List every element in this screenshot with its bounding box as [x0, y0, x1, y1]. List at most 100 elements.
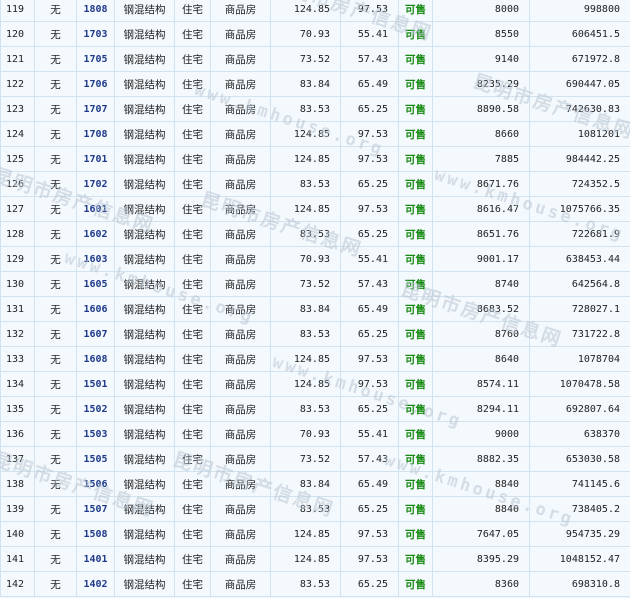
cell-room: 1707 — [76, 96, 115, 122]
cell-room: 1501 — [76, 371, 115, 397]
cell-status: 可售 — [398, 421, 433, 447]
cell-usage: 住宅 — [174, 371, 211, 397]
cell-build_area: 70.93 — [270, 421, 341, 447]
cell-inner_area: 57.43 — [340, 46, 399, 72]
table-row: 122 无 1706 钢混结构 住宅 商品房 83.84 65.49 可售 8235.29 6904… — [0, 71, 630, 97]
table-body: 119 无 1808 钢混结构 住宅 商品房 124.85 97.53 可售 8000 998800… — [0, 0, 630, 597]
cell-structure: 钢混结构 — [114, 471, 175, 497]
cell-total: 742630.83 — [529, 96, 630, 122]
cell-price: 8616.47 — [432, 196, 530, 222]
cell-mortgage: 无 — [34, 296, 77, 322]
cell-status: 可售 — [398, 21, 433, 47]
cell-price: 8882.35 — [432, 446, 530, 472]
cell-mortgage: 无 — [34, 46, 77, 72]
cell-usage: 住宅 — [174, 71, 211, 97]
cell-type: 商品房 — [210, 46, 271, 72]
cell-mortgage: 无 — [34, 146, 77, 172]
table-row: 129 无 1603 钢混结构 住宅 商品房 70.93 55.41 可售 9001.17 6384… — [0, 246, 630, 272]
table-row: 134 无 1501 钢混结构 住宅 商品房 124.85 97.53 可售 8574.11 107… — [0, 371, 630, 397]
cell-mortgage: 无 — [34, 271, 77, 297]
cell-status: 可售 — [398, 0, 433, 22]
cell-type: 商品房 — [210, 421, 271, 447]
cell-mortgage: 无 — [34, 446, 77, 472]
table-row: 141 无 1401 钢混结构 住宅 商品房 124.85 97.53 可售 8395.29 104… — [0, 546, 630, 572]
cell-usage: 住宅 — [174, 146, 211, 172]
cell-usage: 住宅 — [174, 396, 211, 422]
cell-build_area: 124.85 — [270, 371, 341, 397]
cell-seq: 141 — [0, 546, 35, 572]
cell-type: 商品房 — [210, 171, 271, 197]
cell-build_area: 83.53 — [270, 571, 341, 597]
cell-room: 1401 — [76, 546, 115, 572]
cell-type: 商品房 — [210, 221, 271, 247]
cell-usage: 住宅 — [174, 171, 211, 197]
cell-status: 可售 — [398, 446, 433, 472]
cell-inner_area: 97.53 — [340, 121, 399, 147]
cell-price: 8395.29 — [432, 546, 530, 572]
cell-status: 可售 — [398, 221, 433, 247]
cell-mortgage: 无 — [34, 421, 77, 447]
cell-price: 8651.76 — [432, 221, 530, 247]
table-row: 128 无 1602 钢混结构 住宅 商品房 83.53 65.25 可售 8651.76 7226… — [0, 221, 630, 247]
cell-structure: 钢混结构 — [114, 321, 175, 347]
cell-total: 728027.1 — [529, 296, 630, 322]
table-row: 120 无 1703 钢混结构 住宅 商品房 70.93 55.41 可售 8550 606451.… — [0, 21, 630, 47]
cell-structure: 钢混结构 — [114, 121, 175, 147]
cell-total: 671972.8 — [529, 46, 630, 72]
cell-seq: 140 — [0, 521, 35, 547]
cell-type: 商品房 — [210, 346, 271, 372]
cell-status: 可售 — [398, 496, 433, 522]
cell-structure: 钢混结构 — [114, 221, 175, 247]
cell-room: 1506 — [76, 471, 115, 497]
table-row: 137 无 1505 钢混结构 住宅 商品房 73.52 57.43 可售 8882.35 6530… — [0, 446, 630, 472]
cell-build_area: 83.53 — [270, 96, 341, 122]
cell-status: 可售 — [398, 246, 433, 272]
cell-structure: 钢混结构 — [114, 0, 175, 22]
cell-type: 商品房 — [210, 396, 271, 422]
cell-status: 可售 — [398, 196, 433, 222]
cell-seq: 129 — [0, 246, 35, 272]
cell-price: 8660 — [432, 121, 530, 147]
cell-inner_area: 57.43 — [340, 446, 399, 472]
cell-structure: 钢混结构 — [114, 296, 175, 322]
cell-type: 商品房 — [210, 0, 271, 22]
cell-room: 1706 — [76, 71, 115, 97]
cell-usage: 住宅 — [174, 221, 211, 247]
table-row: 130 无 1605 钢混结构 住宅 商品房 73.52 57.43 可售 8740 642564.… — [0, 271, 630, 297]
cell-seq: 130 — [0, 271, 35, 297]
table-row: 142 无 1402 钢混结构 住宅 商品房 83.53 65.25 可售 8360 698310.… — [0, 571, 630, 597]
cell-inner_area: 97.53 — [340, 546, 399, 572]
table-row: 126 无 1702 钢混结构 住宅 商品房 83.53 65.25 可售 8671.76 7243… — [0, 171, 630, 197]
cell-inner_area: 55.41 — [340, 246, 399, 272]
cell-structure: 钢混结构 — [114, 571, 175, 597]
cell-structure: 钢混结构 — [114, 46, 175, 72]
cell-status: 可售 — [398, 346, 433, 372]
cell-build_area: 124.85 — [270, 346, 341, 372]
cell-total: 722681.9 — [529, 221, 630, 247]
cell-type: 商品房 — [210, 271, 271, 297]
cell-structure: 钢混结构 — [114, 496, 175, 522]
cell-usage: 住宅 — [174, 471, 211, 497]
cell-seq: 138 — [0, 471, 35, 497]
cell-type: 商品房 — [210, 496, 271, 522]
cell-room: 1606 — [76, 296, 115, 322]
cell-price: 8683.52 — [432, 296, 530, 322]
table-row: 132 无 1607 钢混结构 住宅 商品房 83.53 65.25 可售 8760 731722.… — [0, 321, 630, 347]
cell-structure: 钢混结构 — [114, 246, 175, 272]
cell-type: 商品房 — [210, 71, 271, 97]
cell-usage: 住宅 — [174, 46, 211, 72]
cell-total: 692807.64 — [529, 396, 630, 422]
cell-inner_area: 65.25 — [340, 96, 399, 122]
cell-build_area: 83.84 — [270, 71, 341, 97]
cell-structure: 钢混结构 — [114, 396, 175, 422]
cell-price: 8760 — [432, 321, 530, 347]
cell-structure: 钢混结构 — [114, 421, 175, 447]
cell-room: 1603 — [76, 246, 115, 272]
cell-price: 8574.11 — [432, 371, 530, 397]
cell-inner_area: 97.53 — [340, 146, 399, 172]
table-row: 127 无 1601 钢混结构 住宅 商品房 124.85 97.53 可售 8616.47 107… — [0, 196, 630, 222]
cell-type: 商品房 — [210, 446, 271, 472]
cell-seq: 119 — [0, 0, 35, 22]
cell-usage: 住宅 — [174, 196, 211, 222]
cell-total: 998800 — [529, 0, 630, 22]
